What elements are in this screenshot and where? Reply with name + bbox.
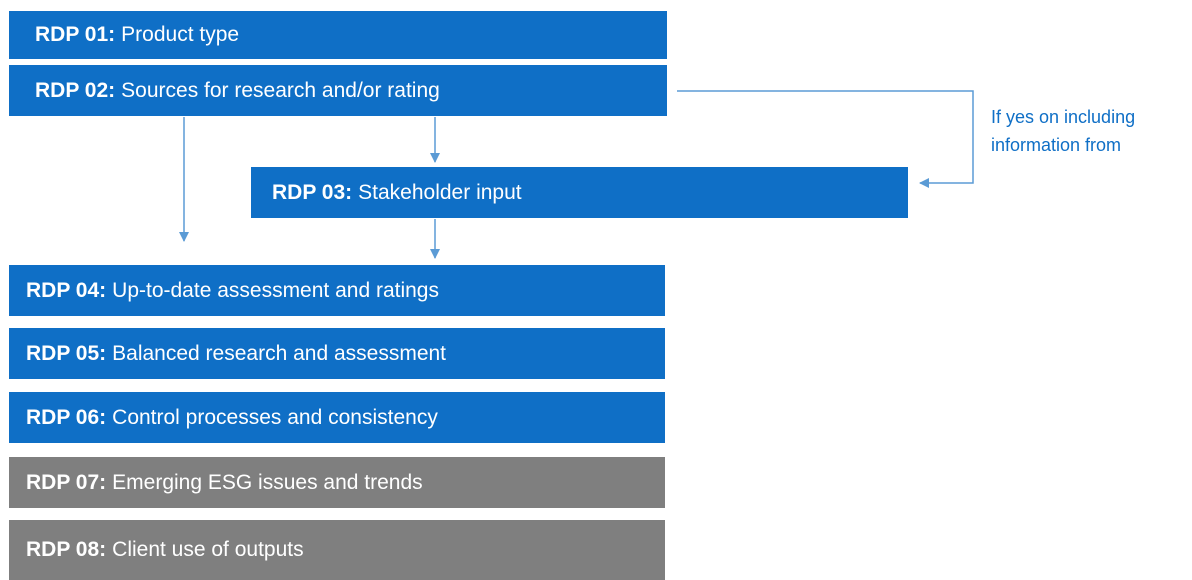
rdp-03-box: RDP 03: Stakeholder input (251, 167, 908, 218)
rdp-08-code: RDP 08: (26, 538, 107, 561)
rdp-05-label: Balanced research and assessment (112, 341, 447, 365)
rdp-03-label: Stakeholder input (358, 180, 522, 204)
rdp-06-box: RDP 06: Control processes and consistenc… (9, 392, 665, 443)
rdp-05-box: RDP 05: Balanced research and assessment (9, 328, 665, 379)
rdp-02-box: RDP 02: Sources for research and/or rati… (9, 65, 667, 116)
rdp-01-box: RDP 01: Product type (9, 11, 667, 59)
rdp-04-label: Up-to-date assessment and ratings (112, 278, 439, 302)
loop-note-line-2: information from (991, 135, 1122, 155)
rdp-08-box: RDP 08: Client use of outputs (9, 520, 665, 580)
loop-note-line-1: If yes on including (991, 107, 1136, 127)
rdp-07-box: RDP 07: Emerging ESG issues and trends (9, 457, 665, 508)
rdp-06-code: RDP 06: (26, 405, 107, 429)
rdp-06-label: Control processes and consistency (112, 405, 438, 429)
rdp-08-label: Client use of outputs (112, 538, 304, 561)
rdp-02-code: RDP 02: (35, 78, 116, 102)
rdp-01-code: RDP 01: (35, 23, 116, 46)
rdp-07-label: Emerging ESG issues and trends (112, 470, 423, 494)
rdp-02-label: Sources for research and/or rating (121, 78, 440, 102)
rdp-01-label: Product type (121, 23, 240, 46)
loop-note: If yes on including information from (991, 103, 1135, 159)
rdp-04-box: RDP 04: Up-to-date assessment and rating… (9, 265, 665, 316)
rdp-07-code: RDP 07: (26, 470, 107, 494)
rdp-03-code: RDP 03: (272, 180, 353, 204)
rdp-05-code: RDP 05: (26, 341, 107, 365)
rdp-04-code: RDP 04: (26, 278, 107, 302)
